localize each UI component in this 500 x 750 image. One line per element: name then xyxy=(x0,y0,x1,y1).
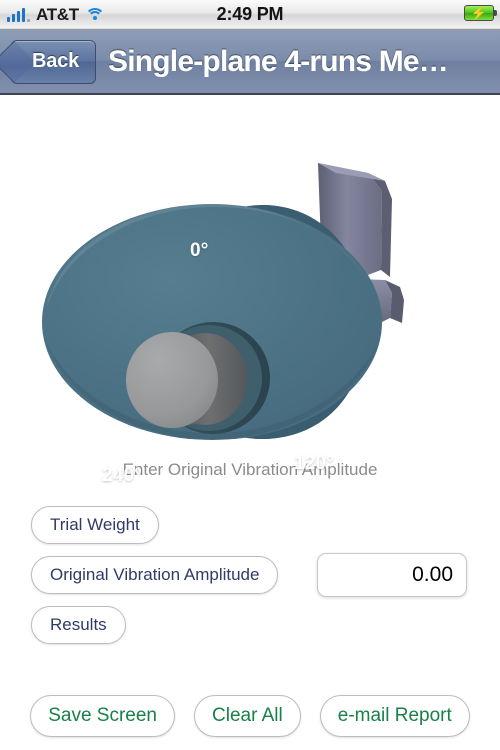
status-bar-clock: 2:49 PM xyxy=(216,4,284,24)
clear-all-button[interactable]: Clear All xyxy=(194,695,301,737)
content-area: 0° 120° 240° Enter Original Vibration Am… xyxy=(0,95,500,748)
navigation-bar: Back Single-plane 4-runs Me… xyxy=(0,30,500,95)
rotor-3d-illustration: 0° 120° 240° xyxy=(0,95,500,486)
email-report-button[interactable]: e-mail Report xyxy=(319,695,470,737)
results-row: Results xyxy=(0,600,500,650)
bottom-toolbar: Save Screen Clear All e-mail Report xyxy=(0,695,500,737)
original-amplitude-input[interactable]: 0.00 xyxy=(317,553,467,597)
rotor-graphic xyxy=(42,163,404,440)
back-button-label: Back xyxy=(32,50,80,72)
instruction-text: Enter Original Vibration Amplitude xyxy=(122,460,378,479)
page-title: Single-plane 4-runs Me… xyxy=(108,44,449,78)
status-bar-right: ⚡ xyxy=(464,5,497,21)
battery-charging-icon: ⚡ xyxy=(464,5,497,21)
form-area: Trial Weight Original Vibration Amplitud… xyxy=(0,500,500,650)
trial-weight-button[interactable]: Trial Weight xyxy=(31,506,159,544)
trial-weight-row: Trial Weight xyxy=(0,500,500,550)
original-amplitude-row: Original Vibration Amplitude 0.00 xyxy=(0,550,500,600)
lightning-bolt-icon: ⚡ xyxy=(470,5,488,21)
status-bar: AT&T 2:49 PM ⚡ xyxy=(0,0,500,30)
original-vibration-amplitude-button[interactable]: Original Vibration Amplitude xyxy=(31,556,279,594)
hub-face xyxy=(126,332,218,428)
back-button[interactable]: Back xyxy=(11,39,97,84)
save-screen-button[interactable]: Save Screen xyxy=(30,695,175,737)
results-button[interactable]: Results xyxy=(31,606,126,644)
